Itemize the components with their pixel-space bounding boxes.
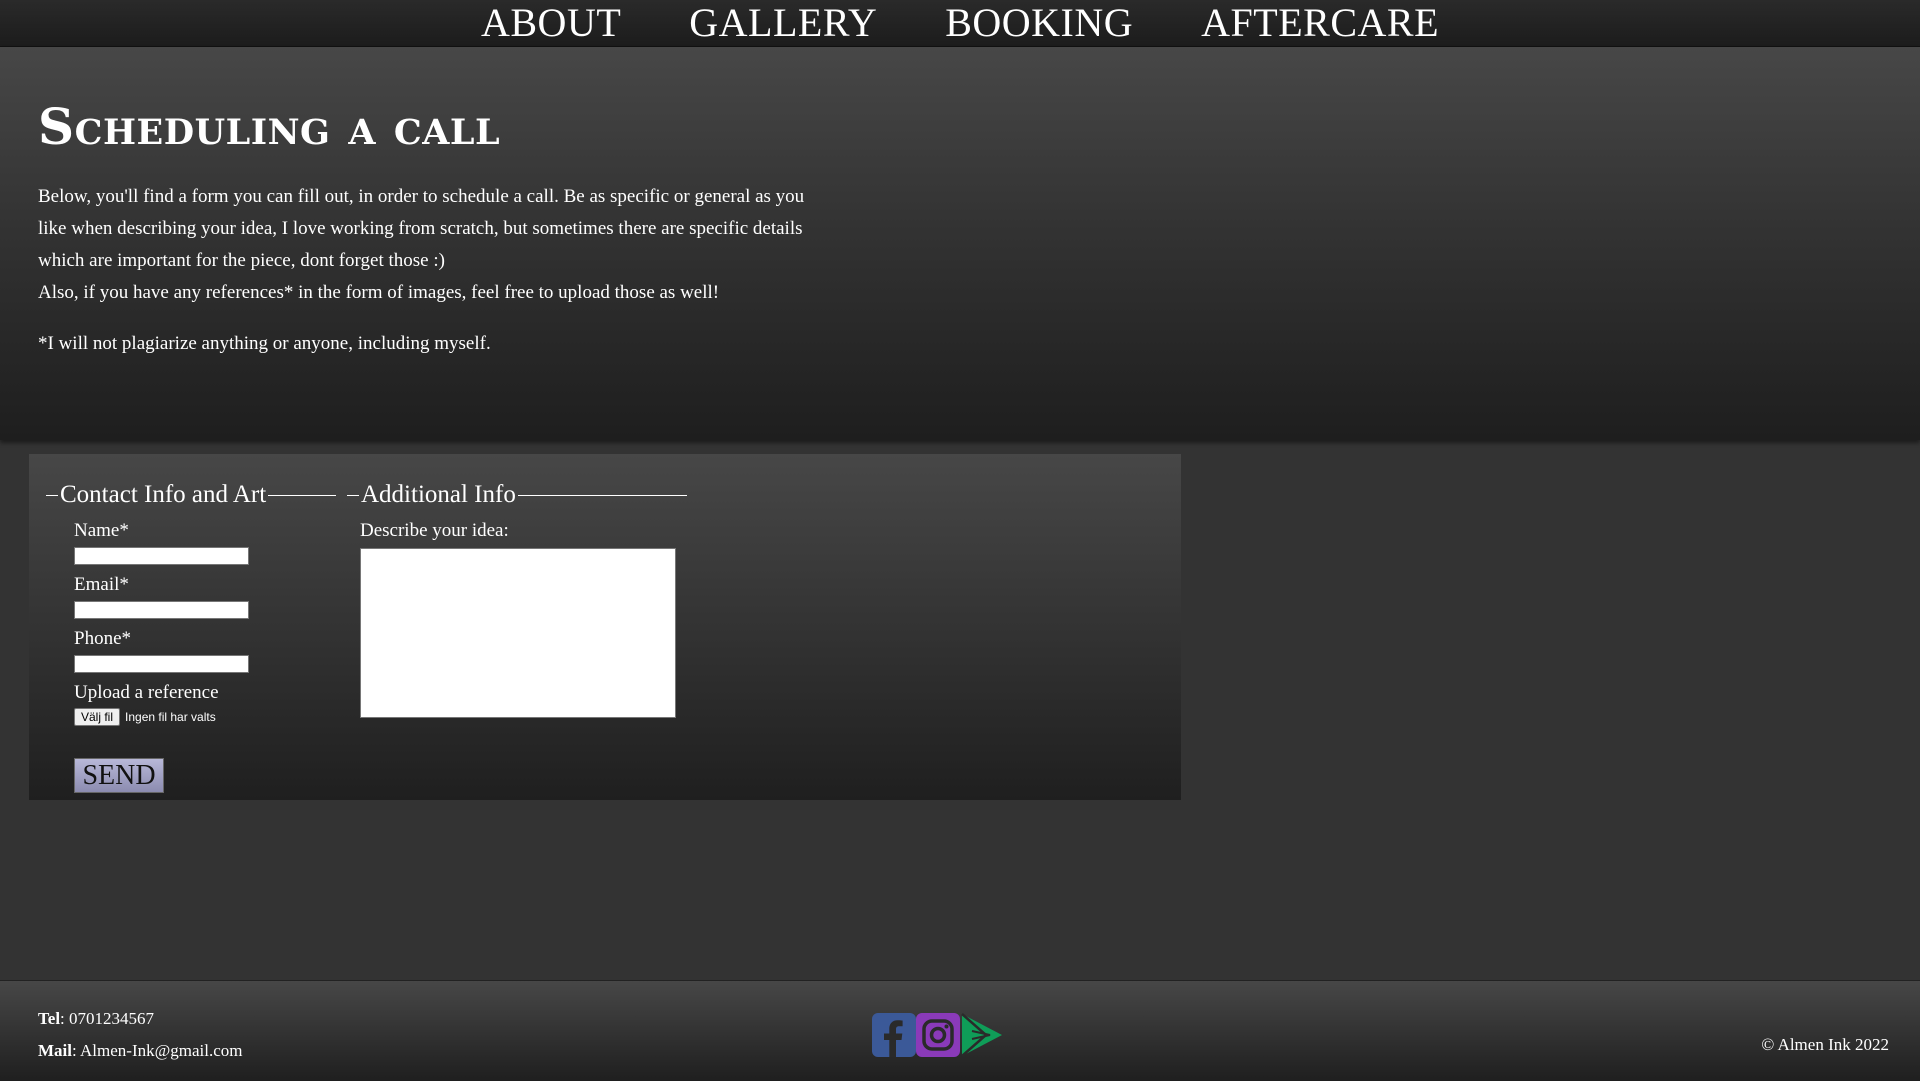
email-field[interactable] [74,601,249,619]
contact-legend: Contact Info and Art [60,481,267,508]
additional-fieldset: Additional Info Describe your idea: [347,482,687,773]
intro-references: Also, if you have any references* in the… [38,282,720,303]
upload-label: Upload a reference [74,682,219,703]
idea-textarea[interactable] [360,548,676,718]
play-store-icon [961,1013,1002,1057]
instagram-link[interactable] [916,1013,960,1057]
plagiarism-note: *I will not plagiarize anything or anyon… [38,333,491,354]
contact-fieldset: Contact Info and Art Name* Email* Phone*… [46,481,336,793]
page-title: Scheduling a call [38,97,501,156]
send-button[interactable]: SEND [74,758,164,793]
idea-label: Describe your idea: [360,520,509,541]
nav-about[interactable]: ABOUT [481,0,621,46]
social-links [872,1013,1004,1057]
copyright: © Almen Ink 2022 [1761,1035,1889,1054]
footer: Tel: 0701234567 Mail: Almen-Ink@gmail.co… [0,980,1920,1081]
additional-legend: Additional Info [361,481,516,508]
name-field[interactable] [74,547,249,565]
facebook-icon [872,1013,916,1057]
choose-file-button[interactable]: Välj fil [74,708,121,726]
hero-section: Scheduling a call Below, you'll find a f… [0,47,1920,440]
phone-field[interactable] [74,655,249,673]
booking-form: Contact Info and Art Name* Email* Phone*… [29,454,1181,800]
nav-gallery[interactable]: GALLERY [689,0,877,46]
file-status: Ingen fil har valts [125,710,216,724]
nav-booking[interactable]: BOOKING [945,0,1133,46]
instagram-icon [916,1013,960,1057]
tel-value: : 0701234567 [60,1009,155,1028]
file-upload: Välj fil Ingen fil har valts [74,708,216,726]
tel-label: Tel [38,1009,61,1028]
mail-label: Mail [38,1041,72,1060]
intro-paragraph: Below, you'll find a form you can fill o… [38,186,805,271]
intro-text: Below, you'll find a form you can fill o… [38,181,818,309]
email-label: Email* [74,574,129,595]
nav-aftercare[interactable]: AFTERCARE [1201,0,1439,46]
footer-contact: Tel: 0701234567 Mail: Almen-Ink@gmail.co… [38,1003,243,1067]
name-label: Name* [74,520,129,541]
top-navigation: ABOUT GALLERY BOOKING AFTERCARE [0,0,1920,47]
play-store-link[interactable] [960,1013,1004,1057]
mail-value: : Almen-Ink@gmail.com [72,1041,243,1060]
facebook-link[interactable] [872,1013,916,1057]
phone-label: Phone* [74,628,131,649]
